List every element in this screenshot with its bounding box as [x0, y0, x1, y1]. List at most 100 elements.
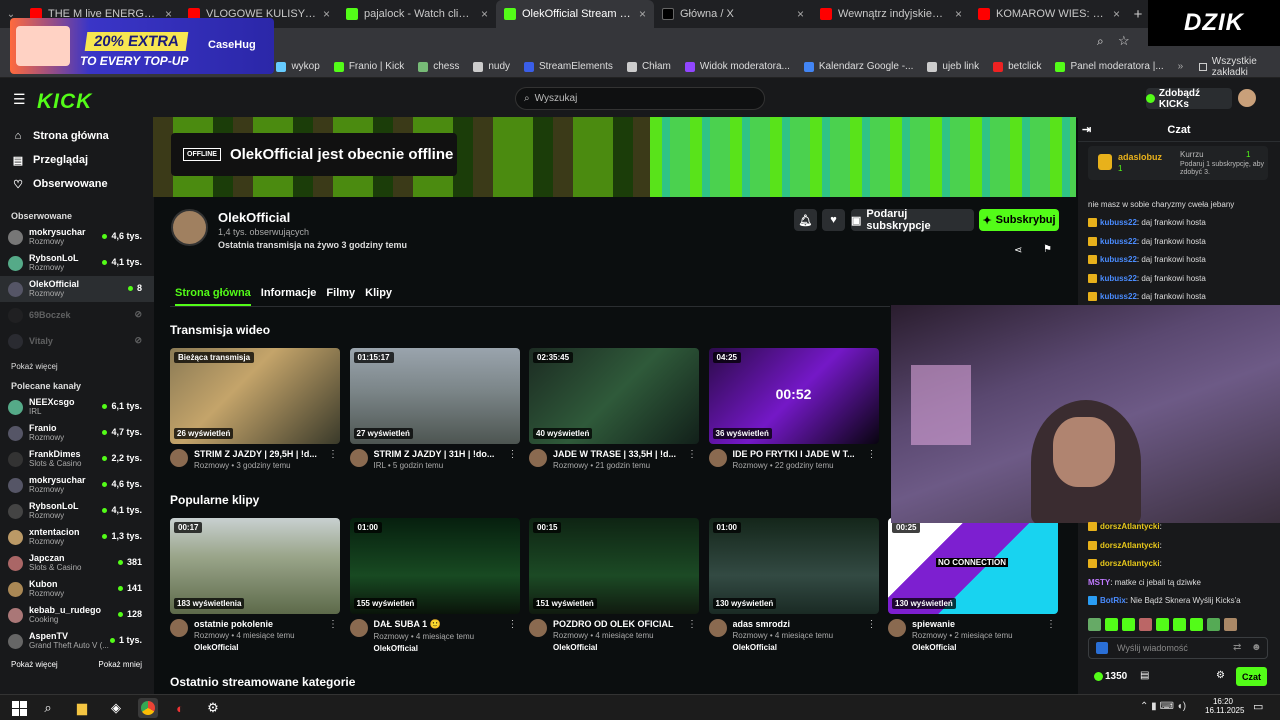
- follow-heart-button[interactable]: ♥: [822, 209, 845, 231]
- settings-icon[interactable]: ⚙: [203, 698, 223, 718]
- chat-username[interactable]: kubuss22: [1100, 255, 1137, 264]
- bookmark-star-icon[interactable]: ☆: [1118, 33, 1130, 49]
- card-title[interactable]: POZDRO OD OLEK OFICIAL: [553, 619, 683, 629]
- video-card[interactable]: 02:35:45 40 wyświetleń JADE W TRASE | 33,5…: [529, 348, 699, 470]
- card-title[interactable]: STRIM Z JAZDY | 29,5H | !d...: [194, 449, 324, 459]
- creator-avatar[interactable]: [529, 619, 547, 637]
- bookmark-item[interactable]: Widok moderatora...: [684, 61, 790, 72]
- clip-owner[interactable]: OlekOfficial: [733, 643, 863, 652]
- show-less-recommended[interactable]: Pokaż mniej: [98, 660, 142, 669]
- browser-tab[interactable]: KOMAROW WIES: Sebastian lat ×: [970, 0, 1128, 28]
- video-card[interactable]: 00:17 183 wyświetlenia ostatnie pokolenie R…: [170, 518, 340, 652]
- sidebar-channel[interactable]: kebab_u_rudego Cooking 128: [0, 602, 154, 628]
- store-icon[interactable]: ▤: [1140, 670, 1149, 681]
- all-bookmarks-link[interactable]: Wszystkie zakładki: [1212, 56, 1270, 78]
- browser-tab[interactable]: pajalock - Watch clips on Kick ×: [338, 0, 496, 28]
- bookmark-item[interactable]: wykop: [276, 61, 320, 72]
- video-card[interactable]: 01:00 130 wyświetleń adas smrodzi Rozmowy •…: [708, 518, 879, 652]
- thumbnail[interactable]: 02:35:45 40 wyświetleń: [529, 348, 699, 444]
- chrome-icon[interactable]: [138, 698, 158, 718]
- more-bookmarks-icon[interactable]: »: [1178, 61, 1184, 72]
- send-chat-button[interactable]: Czat: [1236, 667, 1267, 686]
- browser-tab[interactable]: OlekOfficial Stream - Watch Live ×: [496, 0, 654, 28]
- sidebar-nav-0[interactable]: ⌂ Strona główna: [0, 124, 154, 148]
- gift-subs-button[interactable]: ▣ Podaruj subskrypcje: [851, 208, 974, 232]
- emote-picker-icon[interactable]: [1096, 642, 1108, 654]
- emote-icon[interactable]: [1139, 618, 1152, 631]
- emote-icon[interactable]: [1122, 618, 1135, 631]
- clock[interactable]: 16:20 16.11.2025: [1205, 697, 1244, 715]
- emote-icon[interactable]: [1190, 618, 1203, 631]
- emote-bar[interactable]: [1088, 618, 1268, 632]
- creator-avatar[interactable]: [349, 619, 368, 637]
- browser-tab[interactable]: Główna / X ×: [654, 0, 812, 28]
- chat-username[interactable]: dorszAtlantycki: [1100, 559, 1160, 568]
- new-tab-button[interactable]: +: [1128, 6, 1148, 23]
- card-title[interactable]: STRIM Z JAZDY | 31H | !do...: [374, 449, 504, 459]
- bookmark-item[interactable]: betclick: [993, 61, 1041, 72]
- sidebar-channel[interactable]: mokrysuchar Rozmowy 4,6 tys.: [0, 224, 154, 250]
- creator-avatar[interactable]: [529, 449, 547, 467]
- browser-tab[interactable]: Wewnątrz indyjskiego festiwalu ×: [812, 0, 970, 28]
- collapse-chat-icon[interactable]: ⇥: [1082, 123, 1091, 136]
- bookmark-item[interactable]: nudy: [473, 61, 510, 72]
- sidebar-channel[interactable]: RybsonLoL Rozmowy 4,1 tys.: [0, 498, 154, 524]
- card-title[interactable]: DAŁ SUBA 1 🙂: [374, 619, 504, 630]
- clip-owner[interactable]: OlekOfficial: [553, 643, 683, 652]
- subscribe-button[interactable]: ✦ Subskrybuj: [979, 209, 1059, 231]
- creator-avatar[interactable]: [888, 619, 906, 637]
- video-card[interactable]: 01:15:17 27 wyświetleń STRIM Z JAZDY | 31H…: [349, 348, 520, 470]
- clip-owner[interactable]: OlekOfficial: [912, 643, 1042, 652]
- thumbnail[interactable]: 00:25 130 wyświetleń NO CONNECTION: [888, 518, 1058, 614]
- tab-1[interactable]: Informacje: [261, 287, 317, 306]
- sidebar-channel[interactable]: RybsonLoL Rozmowy 4,1 tys.: [0, 250, 154, 276]
- close-tab-icon[interactable]: ×: [797, 7, 804, 21]
- sidebar-channel[interactable]: 69Boczek ⊘: [0, 302, 154, 328]
- more-options-icon[interactable]: ⋮: [508, 449, 518, 460]
- system-tray-icons[interactable]: ⌃ ▮ ⌨ ◖): [1140, 701, 1186, 712]
- sidebar-channel[interactable]: FrankDimes Slots & Casino 2,2 tys.: [0, 446, 154, 472]
- tab-3[interactable]: Klipy: [365, 287, 392, 306]
- bookmark-item[interactable]: ujeb link: [927, 61, 979, 72]
- creator-avatar[interactable]: [708, 449, 727, 467]
- chat-username[interactable]: kubuss22: [1100, 292, 1137, 301]
- notification-bell-button[interactable]: 🔔︎: [794, 209, 817, 231]
- search-taskbar-icon[interactable]: ⌕: [38, 698, 58, 718]
- file-explorer-icon[interactable]: ▆: [72, 698, 92, 718]
- sidebar-channel[interactable]: xntentacion Rozmowy 1,3 tys.: [0, 524, 154, 550]
- sidebar-channel[interactable]: OlekOfficial Rozmowy 8: [0, 276, 154, 302]
- menu-icon[interactable]: ☰: [13, 91, 26, 108]
- notifications-icon[interactable]: ▭: [1253, 700, 1263, 713]
- show-more-followed[interactable]: Pokaż więcej: [0, 358, 154, 374]
- windows-start-icon[interactable]: [9, 698, 29, 718]
- emoji-icon[interactable]: ☻: [1251, 642, 1262, 653]
- translate-icon[interactable]: ⇄: [1233, 642, 1241, 653]
- casehug-promo-banner[interactable]: 20% EXTRA TO EVERY TOP-UP CaseHug: [10, 18, 274, 74]
- more-options-icon[interactable]: ⋮: [1046, 619, 1056, 630]
- chat-username[interactable]: MSTY: [1088, 578, 1110, 587]
- search-input[interactable]: ⌕ Wyszukaj: [515, 87, 765, 110]
- sidebar-channel[interactable]: NEEXcsgo IRL 6,1 tys.: [0, 394, 154, 420]
- thumbnail[interactable]: 01:00 155 wyświetleń: [349, 518, 520, 614]
- close-tab-icon[interactable]: ×: [955, 7, 962, 21]
- creator-avatar[interactable]: [708, 619, 727, 637]
- video-card[interactable]: 01:00 155 wyświetleń DAŁ SUBA 1 🙂 Rozmowy •…: [349, 518, 520, 653]
- chat-input[interactable]: Wyślij wiadomość ⇄ ☻: [1088, 637, 1268, 659]
- emote-icon[interactable]: [1105, 618, 1118, 631]
- emote-icon[interactable]: [1173, 618, 1186, 631]
- app-icon[interactable]: ◈: [106, 698, 126, 718]
- card-title[interactable]: spiewanie: [912, 619, 1042, 629]
- more-options-icon[interactable]: ⋮: [687, 449, 697, 460]
- close-tab-icon[interactable]: ×: [323, 7, 330, 21]
- tab-0[interactable]: Strona główna: [175, 287, 251, 306]
- zoom-icon[interactable]: ⌕: [1097, 34, 1104, 49]
- thumbnail[interactable]: Bieżąca transmisja 26 wyświetleń: [170, 348, 340, 444]
- thumbnail[interactable]: 01:15:17 27 wyświetleń: [349, 348, 520, 444]
- emote-icon[interactable]: [1207, 618, 1220, 631]
- creator-avatar[interactable]: [170, 449, 188, 467]
- more-options-icon[interactable]: ⋮: [687, 619, 697, 630]
- close-tab-icon[interactable]: ×: [639, 7, 646, 21]
- close-tab-icon[interactable]: ×: [1113, 7, 1120, 21]
- chat-settings-icon[interactable]: ⚙: [1216, 670, 1225, 681]
- get-kicks-button[interactable]: Zdobądź KICKs: [1146, 88, 1232, 110]
